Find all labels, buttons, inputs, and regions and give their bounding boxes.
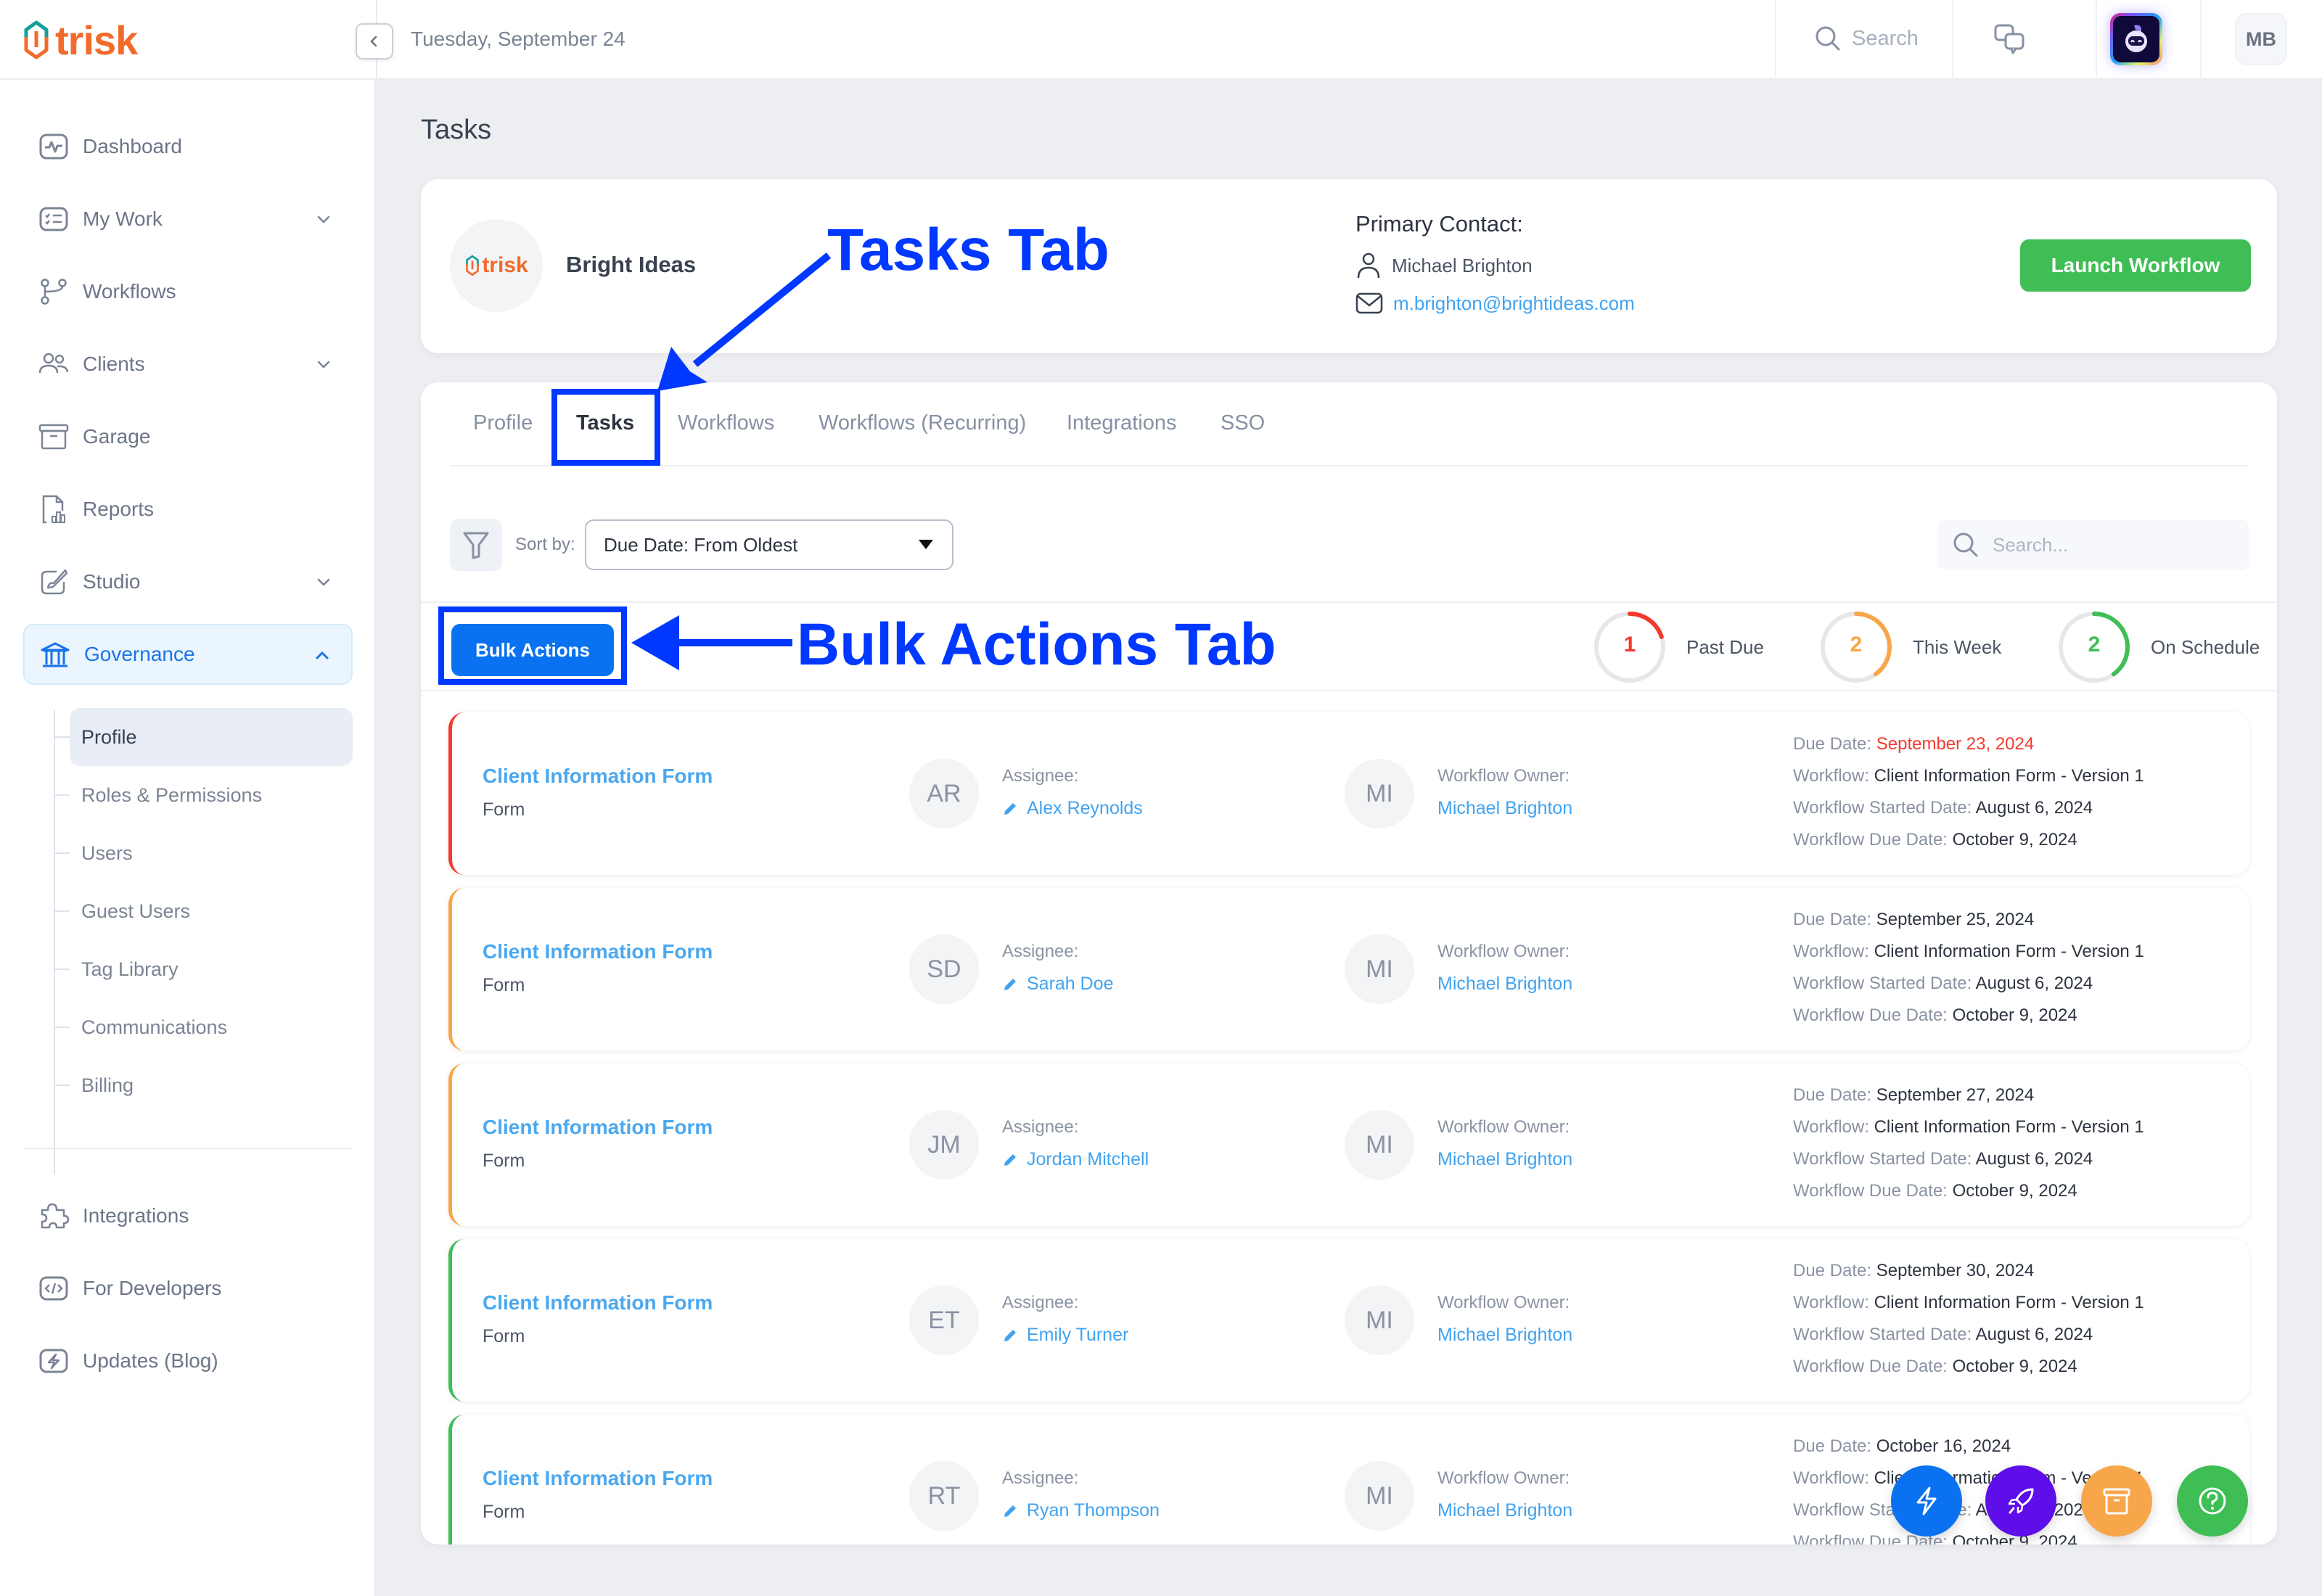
tasks-tab-arrow bbox=[657, 252, 832, 391]
annotation-arrows bbox=[631, 252, 832, 670]
bulk-actions-arrow bbox=[631, 615, 792, 670]
